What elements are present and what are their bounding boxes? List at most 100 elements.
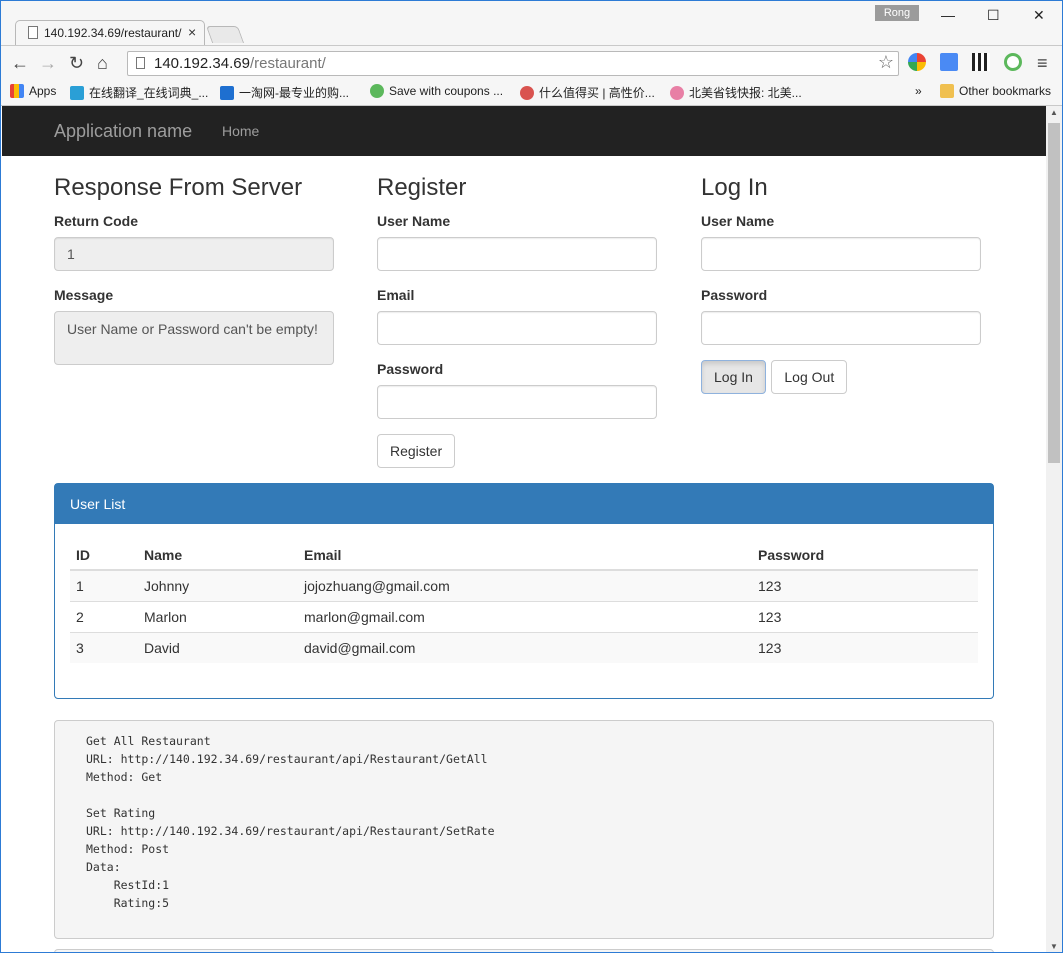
translate-icon[interactable] xyxy=(940,53,958,71)
response-section: Response From Server Return Code 1 Messa… xyxy=(54,174,334,365)
cell-name: David xyxy=(138,632,298,663)
cell-name: Johnny xyxy=(138,569,298,602)
url-path: /restaurant/ xyxy=(249,55,326,72)
bookmark-label: 北美省钱快报: 北美... xyxy=(689,86,802,100)
extension-icon[interactable] xyxy=(908,53,926,71)
bookmark-item[interactable]: Save with coupons ... xyxy=(370,84,503,98)
bookmark-label: Apps xyxy=(29,84,57,98)
cell-id: 3 xyxy=(70,632,138,663)
register-username-label: User Name xyxy=(377,213,451,229)
login-username-input[interactable] xyxy=(701,237,981,271)
bookmark-item[interactable]: 一淘网-最专业的购... xyxy=(220,84,349,101)
column-header: ID xyxy=(70,542,138,571)
login-username-label: User Name xyxy=(701,213,775,229)
response-heading: Response From Server xyxy=(54,174,303,201)
tab-close-icon[interactable]: × xyxy=(188,24,196,40)
register-password-input[interactable] xyxy=(377,385,657,419)
bookmark-apps[interactable]: Apps xyxy=(10,84,56,98)
cell-password: 123 xyxy=(752,569,978,602)
bookmark-label: 一淘网-最专业的购... xyxy=(239,86,349,100)
brand-link[interactable]: Application name xyxy=(54,121,192,142)
other-bookmarks[interactable]: Other bookmarks xyxy=(940,84,1051,98)
table-header-row: ID Name Email Password xyxy=(70,542,978,571)
new-tab-button[interactable] xyxy=(205,26,245,43)
browser-window: 140.192.34.69/restaurant/ × Rong — ☐ ✕ ←… xyxy=(0,0,1063,953)
page-viewport: Application name Home Response From Serv… xyxy=(2,106,1046,952)
close-window-icon[interactable]: ✕ xyxy=(1033,7,1045,24)
forward-icon[interactable]: → xyxy=(39,53,57,74)
page-info-icon[interactable] xyxy=(136,57,145,69)
other-bookmarks-label: Other bookmarks xyxy=(959,84,1052,98)
login-password-label: Password xyxy=(701,287,768,303)
cell-email: david@gmail.com xyxy=(298,632,752,663)
site-navbar: Application name Home xyxy=(2,106,1046,156)
message-label: Message xyxy=(54,287,114,303)
user-list-title: User List xyxy=(55,484,993,524)
scroll-down-icon[interactable]: ▼ xyxy=(1050,942,1058,951)
register-username-input[interactable] xyxy=(377,237,657,271)
site-icon xyxy=(370,84,384,98)
login-heading: Log In xyxy=(701,174,768,201)
logout-button[interactable]: Log Out xyxy=(771,360,848,394)
back-icon[interactable]: ← xyxy=(11,53,29,74)
menu-icon[interactable]: ≡ xyxy=(1037,53,1048,74)
address-bar[interactable]: 140.192.34.69/restaurant/ ☆ xyxy=(127,51,899,76)
next-block xyxy=(54,949,994,952)
bookmark-item[interactable]: 北美省钱快报: 北美... xyxy=(670,84,802,101)
bookmarks-overflow-button[interactable]: » xyxy=(915,84,922,98)
bookmark-star-icon[interactable]: ☆ xyxy=(878,52,894,73)
minimize-icon[interactable]: — xyxy=(941,7,955,23)
page-icon xyxy=(28,26,38,39)
bookmark-item[interactable]: 在线翻译_在线词典_... xyxy=(70,84,208,101)
site-icon xyxy=(670,86,684,100)
login-password-input[interactable] xyxy=(701,311,981,345)
page-scrollbar[interactable]: ▲ ▼ xyxy=(1046,106,1062,952)
login-section: Log In User Name Password Log In Log Out xyxy=(701,174,981,394)
api-docs-block: Get All Restaurant URL: http://140.192.3… xyxy=(54,720,994,939)
register-password-label: Password xyxy=(377,361,444,377)
url-host: 140.192.34.69 xyxy=(154,55,250,72)
return-code-label: Return Code xyxy=(54,213,138,229)
cell-name: Marlon xyxy=(138,601,298,633)
url-text[interactable]: 140.192.34.69/restaurant/ xyxy=(154,55,326,72)
reload-icon[interactable]: ↻ xyxy=(69,53,84,74)
cell-password: 123 xyxy=(752,601,978,633)
site-icon xyxy=(520,86,534,100)
home-icon[interactable]: ⌂ xyxy=(97,53,108,74)
table-row: 3 David david@gmail.com 123 xyxy=(70,632,978,663)
profile-badge[interactable]: Rong xyxy=(875,5,919,21)
qr-code-icon[interactable] xyxy=(972,53,990,71)
table-row: 1 Johnny jojozhuang@gmail.com 123 xyxy=(70,569,978,602)
register-section: Register User Name Email Password Regist… xyxy=(377,174,657,468)
return-code-field[interactable]: 1 xyxy=(54,237,334,271)
nav-home-link[interactable]: Home xyxy=(222,123,259,139)
scrollbar-thumb[interactable] xyxy=(1048,123,1060,463)
site-icon xyxy=(220,86,234,100)
site-icon xyxy=(70,86,84,100)
message-field[interactable]: User Name or Password can't be empty! xyxy=(54,311,334,365)
cell-email: jojozhuang@gmail.com xyxy=(298,569,752,602)
cell-id: 2 xyxy=(70,601,138,633)
evernote-icon[interactable] xyxy=(1004,53,1022,71)
scroll-up-icon[interactable]: ▲ xyxy=(1050,108,1058,117)
register-email-input[interactable] xyxy=(377,311,657,345)
maximize-icon[interactable]: ☐ xyxy=(987,7,1000,24)
tab-strip: 140.192.34.69/restaurant/ × Rong — ☐ ✕ xyxy=(1,1,1062,45)
cell-id: 1 xyxy=(70,569,138,602)
user-table: ID Name Email Password 1 Johnny jojozhua… xyxy=(70,542,978,663)
bookmark-label: 在线翻译_在线词典_... xyxy=(89,86,209,100)
cell-email: marlon@gmail.com xyxy=(298,601,752,633)
login-button[interactable]: Log In xyxy=(701,360,766,394)
browser-toolbar: ← → ↻ ⌂ 140.192.34.69/restaurant/ ☆ ≡ xyxy=(1,45,1062,80)
bookmark-label: Save with coupons ... xyxy=(389,84,504,98)
folder-icon xyxy=(940,84,954,98)
cell-password: 123 xyxy=(752,632,978,663)
column-header: Password xyxy=(752,542,978,571)
bookmark-item[interactable]: 什么值得买 | 高性价... xyxy=(520,84,655,101)
browser-tab[interactable]: 140.192.34.69/restaurant/ × xyxy=(15,20,205,45)
column-header: Name xyxy=(138,542,298,571)
tab-title: 140.192.34.69/restaurant/ xyxy=(44,26,182,40)
column-header: Email xyxy=(298,542,752,571)
register-button[interactable]: Register xyxy=(377,434,456,468)
user-list-panel: User List ID Name Email Password 1 Johnn… xyxy=(54,483,994,699)
